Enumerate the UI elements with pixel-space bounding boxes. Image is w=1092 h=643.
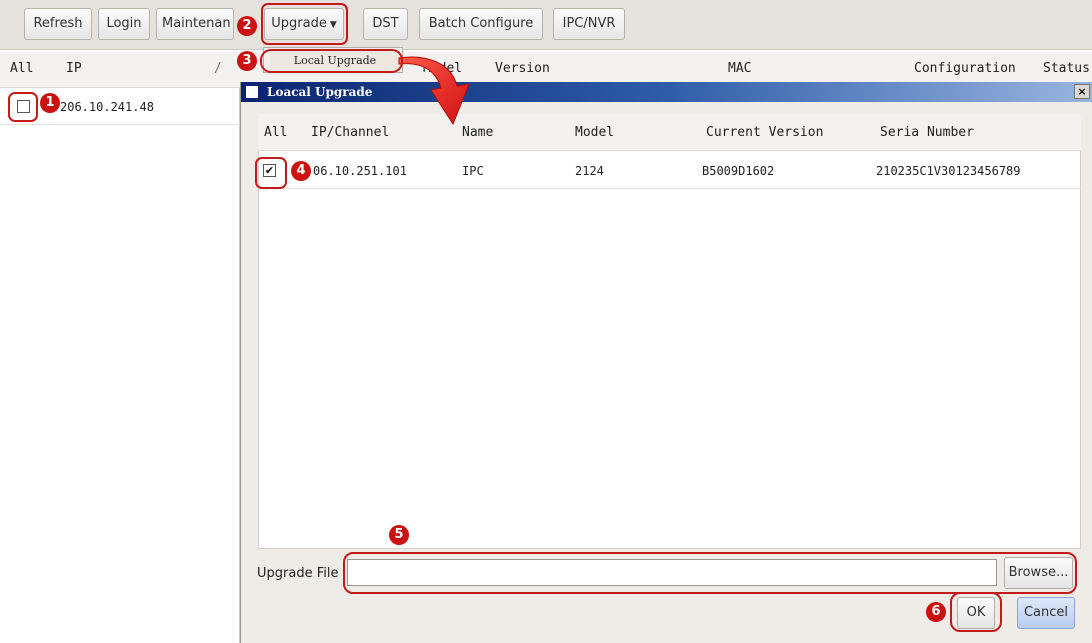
highlight-local-upgrade: [260, 49, 403, 73]
callout-3: 3: [237, 51, 257, 71]
highlight-ok-button: [950, 592, 1002, 632]
device-list: [0, 88, 240, 643]
row-model: 2124: [575, 164, 604, 178]
upgrade-file-label: Upgrade File: [257, 566, 339, 581]
highlight-row-checkbox: [255, 157, 287, 189]
refresh-button[interactable]: Refresh: [24, 8, 92, 40]
callout-5: 5: [389, 525, 409, 545]
maintenance-button[interactable]: Maintenan: [156, 8, 234, 40]
highlight-upgrade-file: [343, 552, 1077, 594]
table-row[interactable]: ✔ 06.10.251.101 IPC 2124 B5009D1602 2102…: [258, 151, 1081, 189]
dst-button[interactable]: DST: [363, 8, 408, 40]
col-current-version[interactable]: Current Version: [706, 125, 823, 140]
cancel-button[interactable]: Cancel: [1017, 597, 1075, 629]
column-divider: /: [214, 61, 222, 76]
dialog-title-bar[interactable]: Loacal Upgrade ×: [241, 82, 1092, 102]
highlight-upgrade-button: [261, 3, 348, 45]
row-serial-number: 210235C1V30123456789: [876, 164, 1021, 178]
col-all[interactable]: All: [10, 61, 33, 76]
callout-2: 2: [237, 16, 257, 36]
batch-configure-button[interactable]: Batch Configure: [419, 8, 543, 40]
col-serial-number[interactable]: Seria Number: [880, 125, 974, 140]
col-ip[interactable]: IP: [66, 61, 82, 76]
window-icon: [246, 86, 258, 98]
device-ip: 206.10.241.48: [60, 100, 154, 114]
ipc-nvr-button[interactable]: IPC/NVR: [553, 8, 625, 40]
callout-4: 4: [291, 161, 311, 181]
row-name: IPC: [462, 164, 484, 178]
col-configuration[interactable]: Configuration: [914, 61, 1016, 76]
close-icon[interactable]: ×: [1074, 84, 1090, 99]
col-version[interactable]: Version: [495, 61, 550, 76]
col-status[interactable]: Status: [1043, 61, 1090, 76]
callout-1: 1: [40, 93, 60, 113]
col-mac[interactable]: MAC: [728, 61, 751, 76]
row-ip-channel: 06.10.251.101: [313, 164, 407, 178]
col-model[interactable]: Model: [575, 125, 614, 140]
row-current-version: B5009D1602: [702, 164, 775, 178]
dialog-title: Loacal Upgrade: [267, 85, 373, 99]
login-button[interactable]: Login: [98, 8, 150, 40]
callout-6: 6: [926, 602, 946, 622]
col-ip-channel[interactable]: IP/Channel: [311, 125, 389, 140]
highlight-device-checkbox: [8, 92, 38, 122]
arrow-icon: [398, 56, 470, 126]
toolbar: Refresh Login Maintenan Upgrade ▼ DST Bat…: [0, 0, 1092, 50]
col-all[interactable]: All: [264, 125, 287, 140]
upgrade-table-header: All IP/Channel Name Model Current Versio…: [258, 114, 1081, 151]
